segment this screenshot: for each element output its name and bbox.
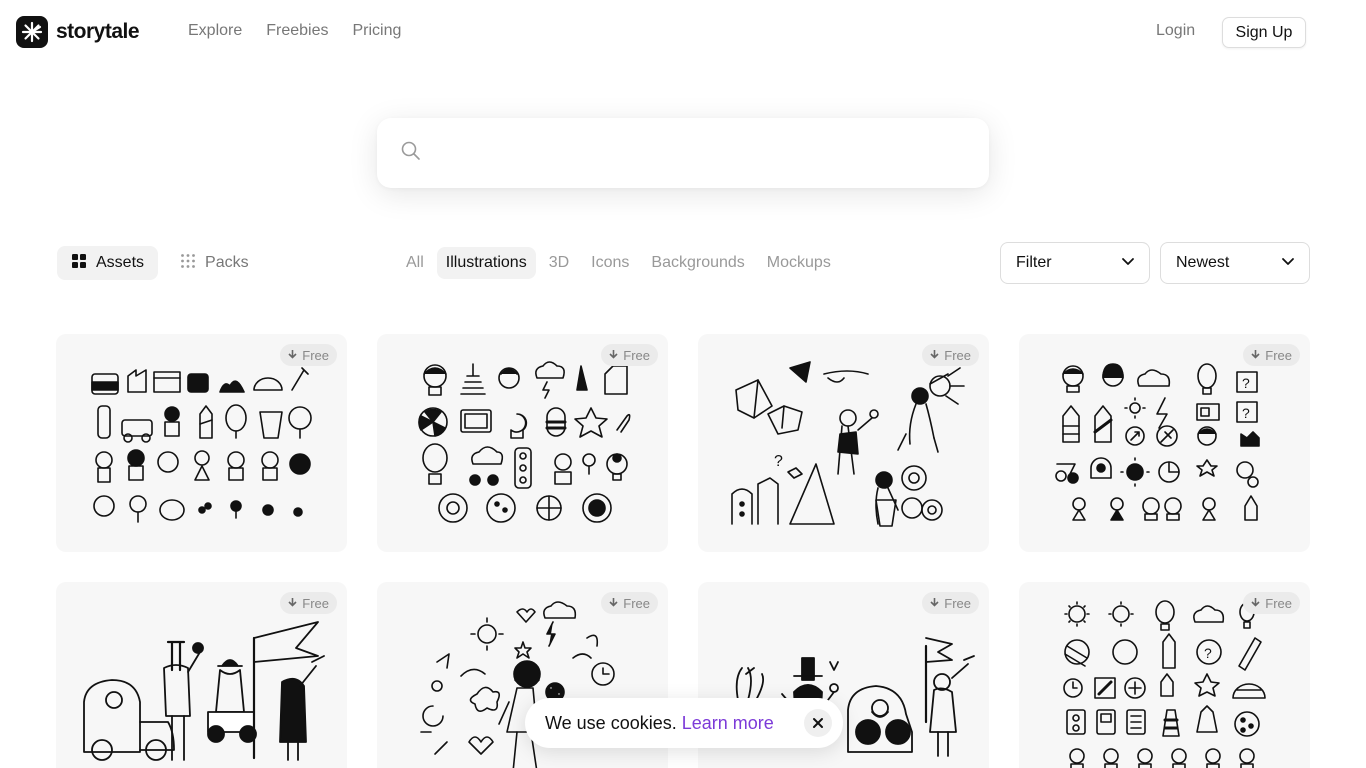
badge-label: Free [302,347,329,363]
close-cookie-button[interactable] [804,709,832,737]
signup-button[interactable]: Sign Up [1222,17,1306,48]
asset-type-tabs: All Illustrations 3D Icons Backgrounds M… [397,247,840,279]
brand-logo[interactable]: storytale [16,16,140,48]
asset-card[interactable]: ? Free [1019,582,1310,768]
download-icon [609,348,618,363]
download-icon [288,348,297,363]
grid-icon [71,253,87,274]
view-toggle: Assets Packs [57,246,263,280]
tab-illustrations[interactable]: Illustrations [436,247,536,279]
asset-card[interactable]: ? ? Free [1019,334,1310,552]
search-input[interactable] [435,143,975,163]
tab-icons[interactable]: Icons [582,247,638,279]
asset-card[interactable]: ? Free [698,334,989,552]
badge-label: Free [1265,347,1292,363]
tab-mockups[interactable]: Mockups [758,247,840,279]
free-badge: Free [1243,344,1300,366]
assets-label: Assets [96,254,145,271]
free-badge: Free [1243,592,1300,614]
download-icon [288,596,297,611]
free-badge: Free [922,592,979,614]
sort-label: Newest [1176,254,1230,271]
dots-grid-icon [180,253,196,274]
badge-label: Free [302,595,329,611]
search-icon [401,141,421,166]
assets-toggle-button[interactable]: Assets [57,246,159,280]
main-nav: Explore Freebies Pricing [188,22,401,40]
tab-all[interactable]: All [397,247,433,279]
people-ideas-scene-illustration: ? [731,361,965,527]
chevron-down-icon [1121,254,1135,273]
badge-label: Free [1265,595,1292,611]
free-badge: Free [601,344,658,366]
asset-card[interactable]: Free [56,582,347,768]
svg-text:?: ? [1204,645,1212,661]
badge-label: Free [944,347,971,363]
search-bar[interactable] [377,118,989,188]
learn-more-link[interactable]: Learn more [682,713,774,734]
free-badge: Free [280,344,337,366]
cookie-text: We use cookies. [545,712,677,733]
chevron-down-icon [1281,254,1295,273]
tab-backgrounds[interactable]: Backgrounds [642,247,753,279]
doodle-icon-set-illustration [91,367,312,523]
asset-card[interactable]: Free [56,334,347,552]
svg-text:?: ? [774,453,783,470]
filter-dropdown[interactable]: Filter [1000,242,1150,284]
cookie-banner: We use cookies. Learn more [525,698,843,748]
download-icon [930,348,939,363]
storytale-logo-icon [16,16,48,48]
download-icon [609,596,618,611]
free-badge: Free [601,592,658,614]
download-icon [1251,596,1260,611]
hand-drawn-icon-set-illustration [418,361,631,523]
cute-icon-set-illustration: ? ? [1055,363,1260,521]
free-badge: Free [922,344,979,366]
close-icon [812,713,824,734]
badge-label: Free [623,595,650,611]
brand-name: storytale [56,20,140,43]
free-badge: Free [280,592,337,614]
tab-3d[interactable]: 3D [540,247,578,279]
packs-toggle-button[interactable]: Packs [166,246,263,280]
download-icon [1251,348,1260,363]
svg-text:?: ? [1242,375,1250,391]
svg-text:?: ? [1242,405,1250,421]
download-icon [930,596,939,611]
badge-label: Free [944,595,971,611]
nav-explore[interactable]: Explore [188,22,242,40]
sort-dropdown[interactable]: Newest [1160,242,1310,284]
packs-label: Packs [205,254,249,271]
asset-card[interactable]: Free [377,334,668,552]
badge-label: Free [623,347,650,363]
nav-freebies[interactable]: Freebies [266,22,328,40]
filter-label: Filter [1016,254,1052,271]
login-link[interactable]: Login [1156,22,1195,40]
top-header: storytale Explore Freebies Pricing Login… [0,0,1366,66]
nav-pricing[interactable]: Pricing [353,22,402,40]
